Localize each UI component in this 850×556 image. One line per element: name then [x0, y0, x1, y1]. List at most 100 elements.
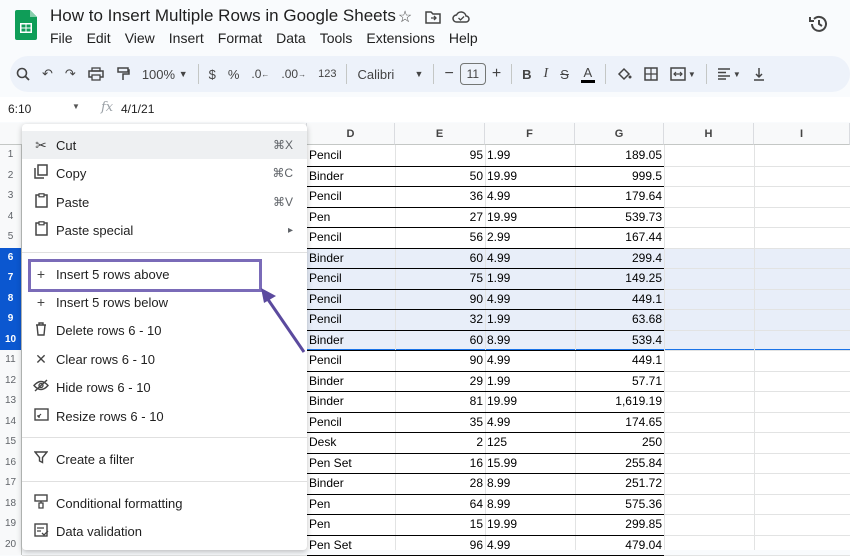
paint-format-icon[interactable]: [110, 60, 136, 88]
table-cell[interactable]: 575.36: [575, 494, 664, 515]
currency-format-button[interactable]: $: [203, 60, 222, 88]
table-cell[interactable]: 179.64: [575, 186, 664, 207]
table-cell[interactable]: 19.99: [485, 207, 575, 228]
table-cell[interactable]: 1.99: [485, 309, 575, 330]
table-cell[interactable]: 2: [395, 432, 485, 453]
table-cell[interactable]: 4.99: [485, 186, 575, 207]
context-menu-item[interactable]: Paste ⌘V: [22, 188, 307, 216]
text-color-button[interactable]: A: [575, 60, 601, 88]
table-cell[interactable]: Pencil: [307, 289, 395, 310]
row-header[interactable]: 20: [0, 534, 22, 555]
table-cell[interactable]: 15: [395, 514, 485, 535]
row-header[interactable]: 6: [0, 247, 22, 268]
menu-edit[interactable]: Edit: [87, 30, 111, 46]
table-cell[interactable]: 8.99: [485, 494, 575, 515]
table-cell[interactable]: 149.25: [575, 268, 664, 289]
row-header[interactable]: 17: [0, 473, 22, 494]
table-cell[interactable]: 125: [485, 432, 575, 453]
table-cell[interactable]: 251.72: [575, 473, 664, 494]
fill-color-icon[interactable]: [610, 60, 638, 88]
table-cell[interactable]: 35: [395, 412, 485, 433]
table-cell[interactable]: Pen: [307, 207, 395, 228]
font-select[interactable]: Calibri ▼: [351, 60, 429, 88]
column-header-h[interactable]: H: [664, 123, 754, 145]
decrease-decimal-button[interactable]: .0 ←: [245, 60, 275, 88]
column-header-g[interactable]: G: [575, 123, 664, 145]
row-header[interactable]: 7: [0, 268, 22, 289]
table-cell[interactable]: 189.05: [575, 145, 664, 166]
table-cell[interactable]: Binder: [307, 248, 395, 269]
table-cell[interactable]: Pencil: [307, 186, 395, 207]
vertical-align-icon[interactable]: [747, 60, 771, 88]
bold-button[interactable]: B: [516, 60, 537, 88]
table-cell[interactable]: 60: [395, 330, 485, 351]
document-title[interactable]: How to Insert Multiple Rows in Google Sh…: [50, 6, 396, 26]
history-icon[interactable]: [808, 13, 830, 35]
menu-file[interactable]: File: [50, 30, 73, 46]
table-cell[interactable]: 167.44: [575, 227, 664, 248]
row-header[interactable]: 2: [0, 165, 22, 186]
column-header-e[interactable]: E: [395, 123, 485, 145]
undo-icon[interactable]: ↶: [36, 60, 59, 88]
context-menu-item[interactable]: Data validation: [22, 517, 307, 545]
table-cell[interactable]: 96: [395, 535, 485, 556]
row-header[interactable]: 14: [0, 411, 22, 432]
table-cell[interactable]: 75: [395, 268, 485, 289]
table-cell[interactable]: 57.71: [575, 371, 664, 392]
italic-button[interactable]: I: [538, 60, 555, 88]
table-cell[interactable]: 19.99: [485, 166, 575, 187]
sheets-logo-icon[interactable]: [15, 10, 37, 40]
table-cell[interactable]: Pencil: [307, 227, 395, 248]
move-folder-icon[interactable]: [424, 8, 442, 26]
menu-format[interactable]: Format: [218, 30, 262, 46]
row-header[interactable]: 13: [0, 391, 22, 412]
star-icon[interactable]: ☆: [396, 8, 414, 26]
more-formats-button[interactable]: 123: [312, 60, 342, 88]
table-cell[interactable]: 16: [395, 453, 485, 474]
context-menu-item[interactable]: ✂ Cut ⌘X: [22, 131, 307, 159]
cloud-status-icon[interactable]: [452, 8, 470, 26]
table-cell[interactable]: 95: [395, 145, 485, 166]
table-cell[interactable]: 29: [395, 371, 485, 392]
row-header[interactable]: 10: [0, 329, 22, 350]
table-cell[interactable]: 15.99: [485, 453, 575, 474]
horizontal-align-icon[interactable]: ▼: [711, 60, 747, 88]
search-menus-icon[interactable]: [10, 60, 36, 88]
chevron-down-icon[interactable]: ▼: [72, 102, 80, 111]
table-cell[interactable]: Binder: [307, 166, 395, 187]
context-menu-item[interactable]: Conditional formatting: [22, 489, 307, 517]
table-cell[interactable]: 4.99: [485, 412, 575, 433]
row-header[interactable]: 18: [0, 493, 22, 514]
menu-insert[interactable]: Insert: [169, 30, 204, 46]
table-cell[interactable]: Desk: [307, 432, 395, 453]
column-header-f[interactable]: F: [485, 123, 575, 145]
table-cell[interactable]: 539.73: [575, 207, 664, 228]
table-cell[interactable]: 19.99: [485, 514, 575, 535]
row-header[interactable]: 1: [0, 145, 22, 166]
strikethrough-button[interactable]: S: [554, 60, 575, 88]
table-cell[interactable]: 32: [395, 309, 485, 330]
table-cell[interactable]: 4.99: [485, 289, 575, 310]
percent-format-button[interactable]: %: [222, 60, 246, 88]
table-cell[interactable]: 4.99: [485, 535, 575, 556]
menu-help[interactable]: Help: [449, 30, 478, 46]
formula-input[interactable]: 4/1/21: [121, 102, 154, 116]
table-cell[interactable]: 90: [395, 289, 485, 310]
row-header[interactable]: 4: [0, 206, 22, 227]
table-cell[interactable]: Pencil: [307, 268, 395, 289]
table-cell[interactable]: 449.1: [575, 289, 664, 310]
context-menu-item[interactable]: Paste special ▸: [22, 216, 307, 244]
row-header[interactable]: 9: [0, 309, 22, 330]
table-cell[interactable]: 4.99: [485, 248, 575, 269]
decrease-font-size-button[interactable]: −: [438, 60, 459, 88]
table-cell[interactable]: Binder: [307, 473, 395, 494]
table-cell[interactable]: 2.99: [485, 227, 575, 248]
table-cell[interactable]: 299.85: [575, 514, 664, 535]
table-cell[interactable]: Pencil: [307, 309, 395, 330]
row-header[interactable]: 3: [0, 186, 22, 207]
column-header-i[interactable]: I: [754, 123, 850, 145]
table-cell[interactable]: 27: [395, 207, 485, 228]
table-cell[interactable]: 449.1: [575, 350, 664, 371]
table-cell[interactable]: Pen Set: [307, 535, 395, 556]
table-cell[interactable]: 250: [575, 432, 664, 453]
